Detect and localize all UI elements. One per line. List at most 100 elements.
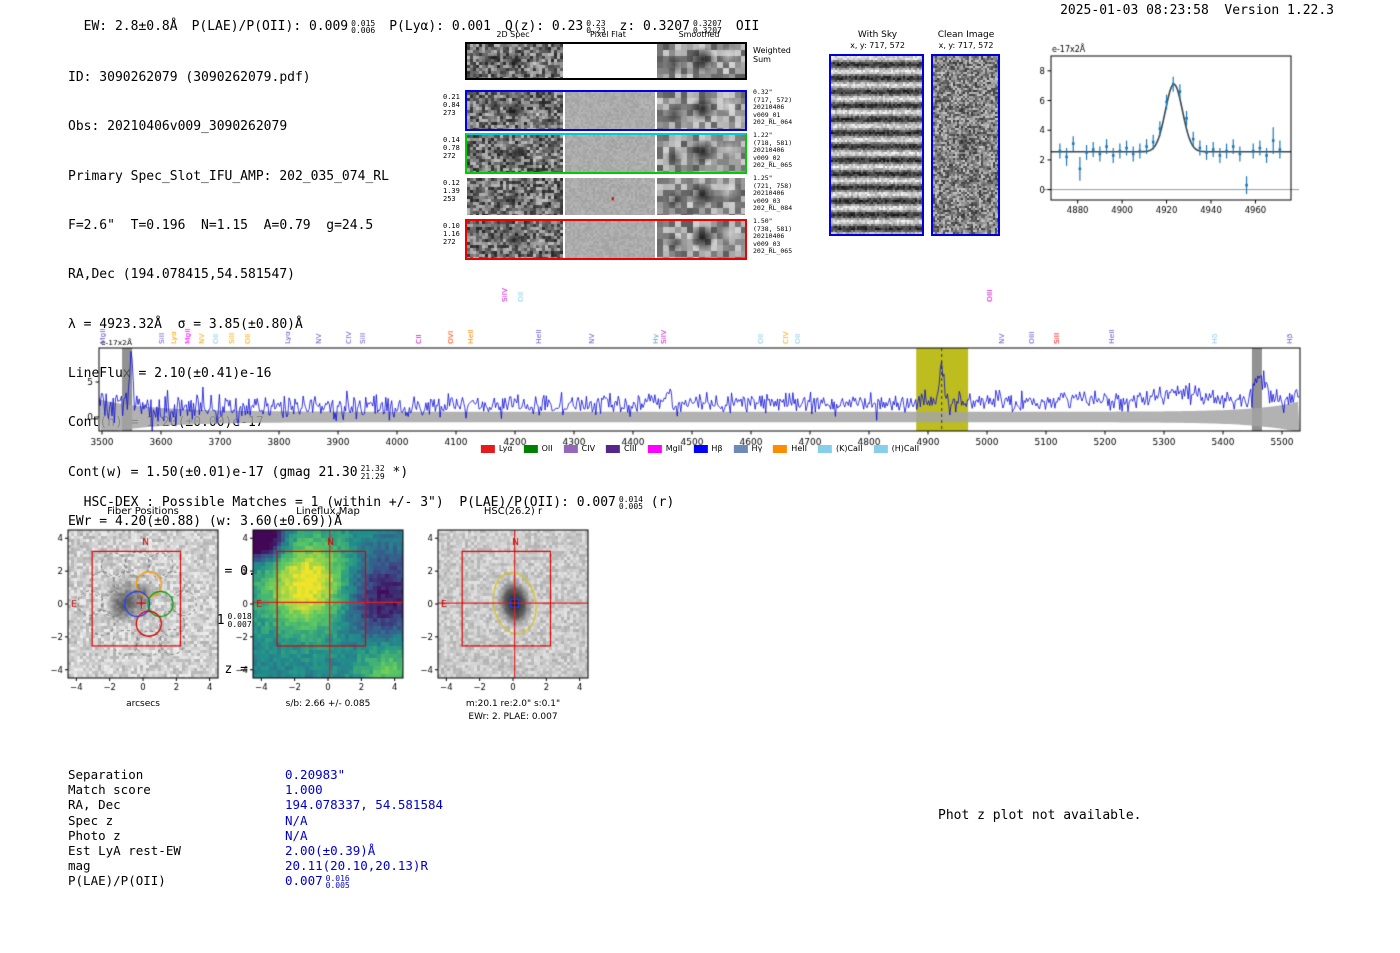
legend-label: Lyα [498,444,513,453]
match-table-value: 0.20983" [285,767,346,782]
row-annotation: 0.32" (717, 572) 20210406 v009_01 202_RL… [753,88,793,127]
legend-swatch [873,444,888,453]
spectrum-legend: Lyα OII CIV CIII MgII Hβ Hγ HeII (K)CaII (H)CaII [480,444,920,453]
linefit-plot-canvas [1005,40,1325,230]
legend-swatch [480,444,495,453]
lineflux-caption: s/b: 2.66 +/- 0.085 [285,699,371,709]
legend-item: Hβ [693,444,723,453]
match-table-label: Est LyA rest-EW [68,843,181,859]
weighted-sum-row [465,42,747,80]
row-annotation: 1.25" (721, 758) 20210406 v009_03 202_RL… [753,174,793,213]
legend-swatch [606,444,621,453]
pixelflat-image [565,92,655,129]
ew-value: EW: 2.8±0.8Å [83,19,178,35]
lineflux-map-canvas [213,524,413,710]
weighted-sum-label: Weighted Sum [753,46,791,64]
hsc-r-canvas [398,524,598,710]
match-table-label: RA, Dec [68,797,121,813]
clean-coords: x, y: 717, 572 [938,41,994,50]
legend-item: Lyα [480,444,513,453]
2dspec-image [467,221,563,258]
match-table-row: RA, Dec 194.078337, 54.581584 [68,797,443,812]
spec2d-panel: 2D Spec Pixel Flat Smoothed Weighted Sum… [443,30,845,272]
spec2d-row [465,133,747,174]
match-table-label: mag [68,858,91,874]
match-table-value: 194.078337, 54.581584 [285,797,444,813]
obs-id: Obs: 20210406v009_3090262079 [68,119,288,135]
row-stats: 0.21 0.84 273 [443,93,460,118]
match-table-label: Photo z [68,827,121,843]
legend-swatch [647,444,662,453]
fiber-positions-title: Fiber Positions [107,506,179,517]
match-table-row: P(LAE)/P(OII) 0.007 0.016 0.005 [68,873,443,890]
spectrum-plot-canvas [50,268,1350,463]
legend-item: HeII [773,444,807,453]
plae-poii-value: P(LAE)/P(OII): 0.009 [191,19,349,35]
hsc-plae-uncertainty: 0.014 0.005 [618,494,643,512]
match-table-row: Est LyA rest-EW 2.00(±0.39)Å [68,843,443,858]
col-header-pixelflat: Pixel Flat [590,30,626,39]
match-table-value: 0.007 [285,873,323,889]
legend-swatch [693,444,708,453]
legend-label: (K)CaII [835,444,863,453]
legend-item: MgII [647,444,683,453]
clean-panel [931,54,1000,236]
legend-label: HeII [791,444,807,453]
pixelflat-image [565,178,655,215]
withsky-coords: x, y: 717, 572 [850,41,905,50]
match-table-label: Separation [68,767,144,782]
legend-item: OII [523,444,553,453]
legend-label: Hβ [711,444,723,453]
match-table-value: 20.11(20.10,20.13)R [285,858,428,874]
2dspec-image [467,178,563,215]
match-table-row: Spec z N/A [68,813,443,828]
fiber-xlabel: arcsecs [126,699,160,709]
match-table-row: mag 20.11(20.10,20.13)R [68,858,443,873]
match-table-value: 1.000 [285,782,323,798]
withsky-panel [829,54,924,236]
match-table-label: P(LAE)/P(OII) [68,873,166,889]
hsc-caption2: EWr: 2. PLAE: 0.007 [468,712,558,722]
match-table-row: Photo z N/A [68,828,443,843]
match-plae-uncertainty: 0.016 0.005 [325,873,350,891]
row-stats: 0.14 0.78 272 [443,136,460,161]
row-annotation: 1.50" (738, 581) 20210406 v009_03 202_RL… [753,217,793,256]
match-table-label: Spec z [68,812,114,828]
smoothed-image [657,135,745,172]
legend-label: (H)CaII [891,444,920,453]
match-table-row: Match score 1.000 [68,782,443,797]
smoothed-image [657,221,745,258]
hsc-caption: m:20.1 re:2.0" s:0.1" [465,699,561,709]
legend-label: CIV [581,444,596,453]
fiber-positions-canvas [28,524,228,710]
spec2d-row [465,219,747,260]
2dspec-image [467,135,563,172]
match-table-label: Match score [68,782,151,798]
weighted-smoothed-image [657,44,745,78]
seeing-line: F=2.6" T=0.196 N=1.15 A=0.79 g=24.5 [68,217,374,233]
legend-swatch [773,444,788,453]
clean-title: Clean Image [937,30,995,40]
row-annotation: 1.22" (718, 581) 20210406 v009_02 202_RL… [753,131,793,170]
hsc-r-title: HSC(26.2) r [483,506,543,517]
primary-slot: Primary Spec_Slot_IFU_AMP: 202_035_074_R… [68,168,389,184]
legend-item: Hγ [733,444,762,453]
legend-swatch [817,444,832,453]
legend-label: OII [541,444,553,453]
withsky-title: With Sky [857,30,898,40]
pixelflat-image [565,221,655,258]
legend-label: CIII [624,444,637,453]
smoothed-image [657,178,745,215]
match-table-value: N/A [285,827,308,843]
plae-poii-uncertainty: 0.015 0.006 [351,18,376,36]
photz-note: Phot z plot not available. [938,808,1142,823]
legend-item: (H)CaII [873,444,920,453]
match-table-value: N/A [285,812,308,828]
row-stats: 0.10 1.16 272 [443,222,460,247]
col-header-smoothed: Smoothed [678,30,720,39]
legend-item: CIII [606,444,637,453]
legend-label: MgII [665,444,683,453]
smoothed-image [657,92,745,129]
detect-id: ID: 3090262079 (3090262079.pdf) [68,69,311,85]
weighted-2dspec-image [467,44,563,78]
